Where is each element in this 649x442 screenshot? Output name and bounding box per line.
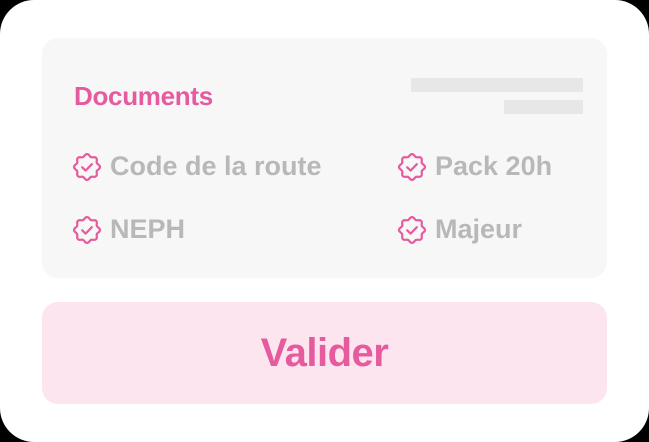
document-item-neph: NEPH — [72, 214, 185, 245]
document-item-code-de-la-route: Code de la route — [72, 151, 322, 182]
badge-check-icon — [397, 215, 427, 245]
validate-button[interactable]: Valider — [42, 302, 607, 404]
document-item-majeur: Majeur — [397, 214, 522, 245]
document-item-label: Code de la route — [110, 151, 322, 181]
panel-title: Documents — [74, 81, 213, 111]
document-item-label: Majeur — [435, 214, 523, 244]
document-item-label: NEPH — [110, 214, 186, 244]
badge-check-icon — [397, 152, 427, 182]
badge-check-icon — [72, 215, 102, 245]
placeholder-line — [411, 78, 583, 92]
documents-panel: Documents Code de la route Pack 20h NEPH… — [42, 38, 607, 278]
documents-card: Documents Code de la route Pack 20h NEPH… — [0, 0, 649, 442]
document-item-pack-20h: Pack 20h — [397, 151, 552, 182]
badge-check-icon — [72, 152, 102, 182]
placeholder-line — [504, 100, 583, 114]
document-item-label: Pack 20h — [435, 151, 553, 181]
